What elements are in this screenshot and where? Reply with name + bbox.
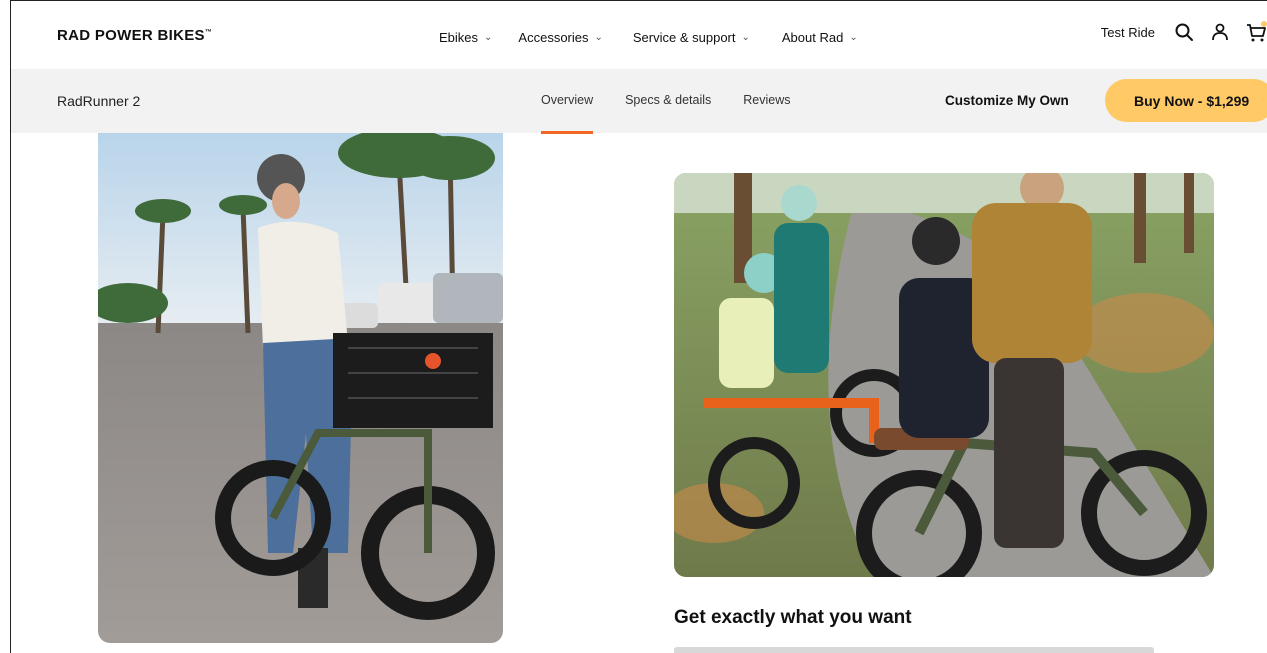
buy-now-button[interactable]: Buy Now - $1,299 bbox=[1105, 79, 1267, 122]
nav-item-service-support[interactable]: Service & support ⌄ bbox=[633, 30, 750, 45]
chevron-down-icon: ⌄ bbox=[594, 32, 603, 43]
chevron-down-icon: ⌄ bbox=[484, 32, 493, 43]
test-ride-link[interactable]: Test Ride bbox=[1101, 25, 1155, 40]
rider-photo-illustration bbox=[98, 133, 503, 643]
section-headline: Get exactly what you want bbox=[674, 607, 912, 628]
cart-icon[interactable] bbox=[1245, 21, 1267, 43]
chevron-down-icon: ⌄ bbox=[849, 32, 858, 43]
product-name: RadRunner 2 bbox=[57, 93, 141, 109]
product-subnav: RadRunner 2 Overview Specs & details Rev… bbox=[11, 69, 1267, 134]
nav-utilities: Test Ride bbox=[1101, 21, 1267, 43]
customize-button[interactable]: Customize My Own bbox=[945, 93, 1069, 108]
page-frame: RAD POWER BIKES™ Ebikes ⌄ Accessories ⌄ Se… bbox=[10, 0, 1267, 653]
top-navigation: RAD POWER BIKES™ Ebikes ⌄ Accessories ⌄ Se… bbox=[11, 1, 1267, 69]
chevron-down-icon: ⌄ bbox=[741, 32, 750, 43]
product-tabs: Overview Specs & details Reviews bbox=[541, 93, 823, 134]
tab-reviews[interactable]: Reviews bbox=[743, 93, 790, 107]
trademark-mark: ™ bbox=[204, 29, 213, 36]
nav-item-about-rad[interactable]: About Rad ⌄ bbox=[782, 30, 858, 45]
family-photo-illustration bbox=[674, 173, 1214, 577]
search-icon[interactable] bbox=[1173, 21, 1195, 43]
body-text-cutoff bbox=[674, 647, 1154, 653]
account-icon[interactable] bbox=[1209, 21, 1231, 43]
rider-photo bbox=[98, 133, 503, 643]
family-photo bbox=[674, 173, 1214, 577]
main-menu: Ebikes ⌄ Accessories ⌄ Service & support ⌄ … bbox=[439, 30, 858, 45]
tab-specs-details[interactable]: Specs & details bbox=[625, 93, 711, 107]
tab-overview[interactable]: Overview bbox=[541, 93, 594, 134]
brand-logo[interactable]: RAD POWER BIKES™ bbox=[57, 27, 212, 44]
nav-item-accessories[interactable]: Accessories ⌄ bbox=[518, 30, 602, 45]
nav-item-ebikes[interactable]: Ebikes ⌄ bbox=[439, 30, 492, 45]
